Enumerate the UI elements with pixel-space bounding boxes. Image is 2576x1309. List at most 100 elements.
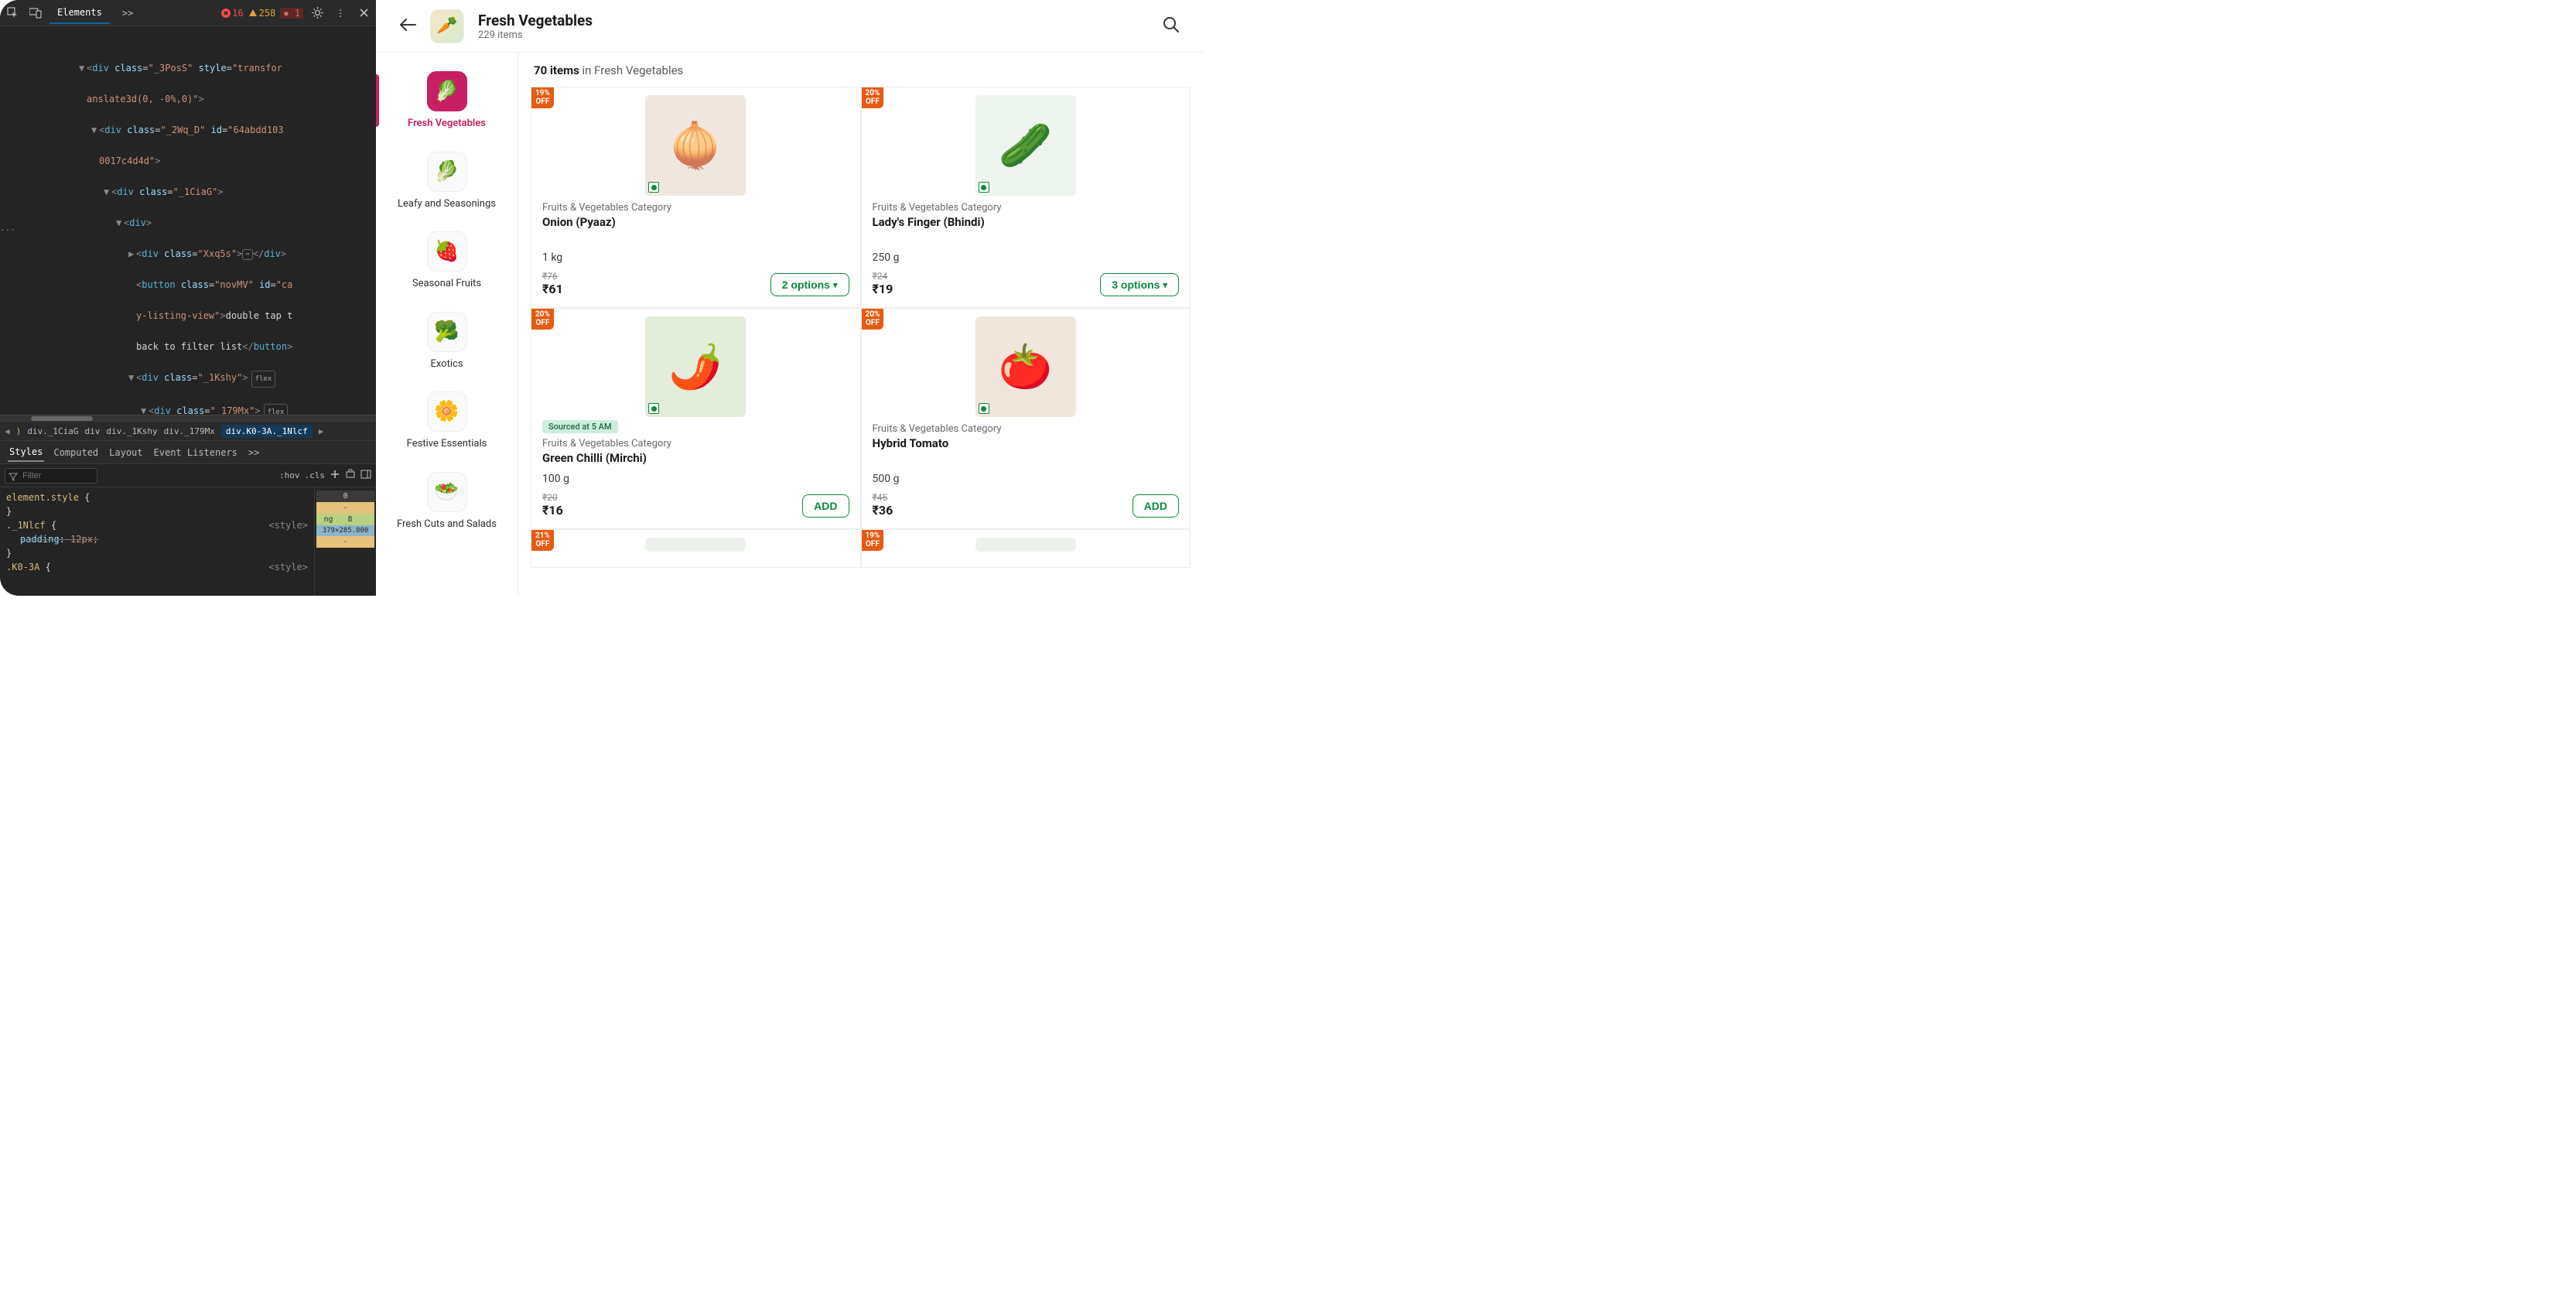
sidebar-toggle-icon[interactable] (360, 469, 371, 482)
product-category: Fruits & Vegetables Category (873, 202, 1180, 214)
product-listing[interactable]: 70 items in Fresh Vegetables 19%OFF 🧅 Frui… (518, 53, 1203, 596)
inspect-icon[interactable] (3, 4, 22, 22)
subtab-event-listeners[interactable]: Event Listeners (152, 444, 239, 461)
product-image (645, 538, 746, 552)
breadcrumb-item-active[interactable]: div.K0-3A._1Nlcf (221, 425, 313, 438)
category-item[interactable]: 🥬Leafy and Seasonings (376, 144, 518, 224)
product-mrp: ₹20 (542, 493, 563, 504)
styles-subtabs: Styles Computed Layout Event Listeners >… (0, 441, 376, 464)
product-quantity: 100 g (542, 473, 849, 485)
box-model-padding: ng8 (316, 514, 374, 525)
warning-count: 258 (259, 8, 276, 19)
category-thumb: 🌼 (427, 391, 467, 432)
category-item[interactable]: 🌼 Festive Essentials (376, 384, 518, 464)
discount-badge: 19%OFF (862, 530, 884, 551)
product-card[interactable]: 20%OFF🌶️Sourced at 5 AMFruits & Vegetabl… (531, 308, 861, 529)
product-card[interactable]: 21%OFF (531, 529, 861, 568)
breadcrumb-item[interactable]: div._1Kshy (106, 426, 157, 436)
breadcrumb-item[interactable]: div (84, 426, 100, 436)
category-sidebar[interactable]: 🥬Fresh Vegetables🥬Leafy and Seasonings🍓S… (376, 53, 518, 596)
box-model: 0 - ng8 379×285.800 - (314, 487, 376, 596)
product-image: 🧅 (645, 95, 746, 196)
category-thumb: 🥦 (427, 312, 467, 352)
devtools-tabs-more[interactable]: >> (114, 3, 141, 23)
product-name: Lady's Finger (Bhindi) (873, 215, 1180, 229)
issues-badge[interactable]: ▪ 1 (280, 8, 303, 19)
product-card[interactable]: 19%OFF (861, 529, 1191, 568)
product-quantity: 1 kg (542, 251, 849, 264)
category-thumb: 🍓 (427, 231, 467, 272)
product-price: ₹61 (542, 282, 563, 296)
devtools-toolbar: Elements >> 16 258 ▪ 1 ⋮ (0, 0, 376, 26)
header-category-thumb: 🥕 (430, 9, 464, 43)
chevron-down-icon: ▾ (1163, 280, 1167, 290)
search-icon[interactable] (1163, 16, 1180, 36)
product-card[interactable]: 20%OFF🥒Fruits & Vegetables CategoryLady'… (861, 87, 1191, 308)
kebab-icon[interactable]: ⋮ (331, 4, 350, 22)
product-category: Fruits & Vegetables Category (542, 202, 849, 214)
veg-indicator-icon (648, 403, 659, 414)
styles-filter-input[interactable] (5, 468, 97, 484)
dom-breadcrumb: ◀ ) div._1CiaG div div._1Kshy div._179Mx… (0, 421, 376, 441)
subtabs-more[interactable]: >> (247, 444, 261, 461)
category-item[interactable]: 🥦 Exotics (376, 304, 518, 384)
product-mrp: ₹24 (873, 272, 893, 282)
product-card[interactable]: 19%OFF🧅Fruits & Vegetables CategoryOnion… (531, 87, 861, 308)
discount-badge: 21%OFF (531, 530, 554, 551)
style-rules[interactable]: element.style { } ._1Nlcf {<style> paddi… (0, 487, 314, 596)
category-label: Exotics (430, 358, 463, 371)
listing-heading: 70 items in Fresh Vegetables (531, 63, 1191, 77)
close-devtools-icon[interactable] (354, 4, 373, 22)
product-price: ₹19 (873, 282, 893, 296)
add-button[interactable]: ADD (1133, 494, 1179, 518)
hov-toggle[interactable]: :hov (279, 470, 300, 480)
category-label: Fresh Vegetables (408, 118, 486, 130)
styles-panel: element.style { } ._1Nlcf {<style> paddi… (0, 487, 376, 596)
dom-tree[interactable]: ... ▼<div class="_3PosS" style="transfor… (0, 26, 376, 415)
device-toggle-icon[interactable] (26, 4, 45, 22)
subtab-styles[interactable]: Styles (8, 443, 44, 462)
options-button[interactable]: 3 options▾ (1100, 273, 1179, 296)
new-style-rule-icon[interactable] (330, 469, 340, 482)
product-category: Fruits & Vegetables Category (873, 423, 1180, 435)
category-item[interactable]: 🍓Seasonal Fruits (376, 224, 518, 304)
warning-count-badge[interactable]: 258 (248, 8, 276, 19)
settings-icon[interactable] (308, 4, 326, 22)
cls-toggle[interactable]: .cls (305, 470, 326, 480)
devtools-panel: Elements >> 16 258 ▪ 1 ⋮ ... ▼<div class… (0, 0, 376, 596)
product-image: 🥒 (975, 95, 1076, 196)
discount-badge: 20%OFF (531, 309, 554, 330)
product-card[interactable]: 20%OFF🍅Fruits & Vegetables CategoryHybri… (861, 308, 1191, 529)
category-label: Fresh Cuts and Salads (397, 518, 497, 531)
product-category: Fruits & Vegetables Category (542, 438, 849, 449)
options-button[interactable]: 2 options▾ (770, 273, 849, 296)
category-thumb: 🥗 (427, 472, 467, 512)
breadcrumb-item[interactable]: div._1CiaG (27, 426, 78, 436)
product-image (975, 538, 1076, 552)
breadcrumb-next-icon[interactable]: ▶ (319, 426, 324, 436)
error-count-badge[interactable]: 16 (221, 8, 243, 19)
veg-indicator-icon (979, 182, 989, 193)
back-arrow-icon[interactable] (399, 18, 416, 35)
product-mrp: ₹45 (873, 493, 893, 504)
app-panel: 🥕 Fresh Vegetables 229 items 🥬Fresh Vege… (376, 0, 1203, 596)
dom-scrollbar[interactable] (0, 415, 376, 421)
product-name: Green Chilli (Mirchi) (542, 451, 849, 465)
chevron-down-icon: ▾ (833, 280, 838, 290)
product-name: Onion (Pyaaz) (542, 215, 849, 229)
box-model-content: 379×285.800 (316, 525, 374, 536)
breadcrumb-item[interactable]: div._179Mx (164, 426, 215, 436)
sourced-tag: Sourced at 5 AM (542, 420, 618, 433)
breadcrumb-prev-icon[interactable]: ◀ (5, 426, 10, 436)
subtab-layout[interactable]: Layout (108, 444, 144, 461)
add-button[interactable]: ADD (802, 494, 849, 518)
category-item[interactable]: 🥬Fresh Vegetables (376, 63, 518, 144)
category-item[interactable]: 🥗 Fresh Cuts and Salads (376, 464, 518, 545)
devtools-tab-elements[interactable]: Elements (50, 2, 110, 24)
box-model-border-bottom: - (316, 536, 374, 548)
dom-gutter-more-icon[interactable]: ... (0, 220, 15, 236)
category-thumb: 🥬 (427, 152, 467, 192)
subtab-computed[interactable]: Computed (52, 444, 100, 461)
category-label: Festive Essentials (407, 438, 487, 450)
paint-flash-icon[interactable] (345, 469, 356, 482)
